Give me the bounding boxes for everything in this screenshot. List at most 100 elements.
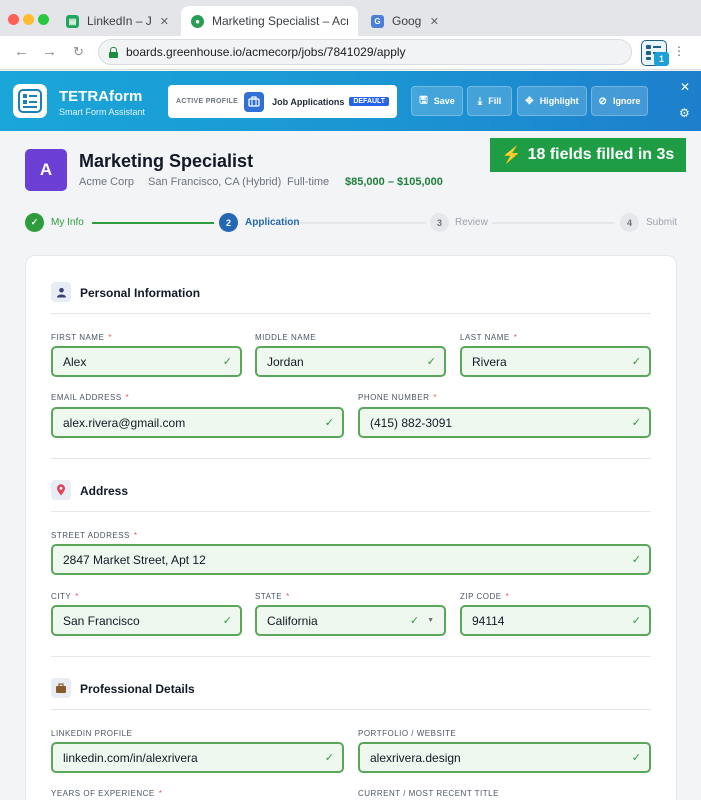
fill-button-label: Fill — [488, 96, 502, 106]
check-icon: ✓ — [426, 356, 436, 368]
job-type: Full-time — [287, 176, 330, 188]
extension-name: TETRAform — [59, 88, 143, 105]
step-label-application[interactable]: Application — [245, 217, 299, 228]
state-select[interactable]: California ✓ ▼ — [255, 605, 446, 636]
close-icon[interactable]: ✕ — [430, 15, 439, 28]
save-button[interactable]: 🖫 Save — [411, 86, 463, 116]
check-icon: ✓ — [324, 752, 334, 764]
ignore-button-label: Ignore — [612, 96, 641, 106]
job-title: Marketing Specialist — [79, 151, 254, 171]
browser-tab-linkedin[interactable]: ▤ LinkedIn – Jobs ✕ — [56, 6, 179, 36]
location-pin-icon — [51, 480, 71, 500]
last-name-field[interactable]: Rivera ✓ — [460, 346, 651, 377]
lightning-icon: ⚡ — [501, 147, 522, 164]
google-icon: G — [371, 14, 384, 28]
profile-name: Job Applications — [272, 96, 345, 107]
section-divider — [51, 458, 651, 459]
street-address-label: STREET ADDRESS * — [51, 531, 138, 540]
lock-icon — [109, 46, 118, 58]
window-minimize-dot[interactable] — [23, 14, 34, 25]
years-experience-label: YEARS OF EXPERIENCE * — [51, 789, 163, 798]
tetraform-logo-icon — [13, 84, 47, 118]
linkedin-label: LINKEDIN PROFILE — [51, 729, 133, 738]
browser-tab-google[interactable]: G Google ✕ — [361, 6, 449, 36]
person-icon — [51, 282, 71, 302]
section-title-address: Address — [80, 484, 129, 498]
phone-field[interactable]: (415) 882-3091 ✓ — [358, 407, 651, 438]
city-label: CITY * — [51, 592, 79, 601]
extension-badge: 1 — [654, 52, 669, 66]
middle-name-field[interactable]: Jordan ✓ — [255, 346, 446, 377]
highlight-icon: ✥ — [525, 95, 534, 107]
active-profile-label: ACTIVE PROFILE — [176, 98, 239, 105]
last-name-label: LAST NAME * — [460, 333, 518, 342]
browser-tab-marketing-specialist[interactable]: ● Marketing Specialist – Acme Corp — [181, 6, 358, 36]
check-icon: ✓ — [631, 554, 641, 566]
phone-label: PHONE NUMBER * — [358, 393, 437, 402]
middle-name-label: MIDDLE NAME — [255, 333, 317, 342]
portfolio-field[interactable]: alexrivera.design ✓ — [358, 742, 651, 773]
close-icon[interactable]: ✕ — [680, 80, 690, 94]
download-icon: ⤓ — [477, 95, 483, 107]
fill-button[interactable]: ⤓ Fill — [467, 86, 512, 116]
application-form-card — [25, 255, 677, 800]
step-label-review[interactable]: Review — [455, 217, 488, 228]
linkedin-field[interactable]: linkedin.com/in/alexrivera ✓ — [51, 742, 344, 773]
section-title-professional: Professional Details — [80, 682, 195, 696]
address-bar[interactable]: boards.greenhouse.io/acmecorp/jobs/78410… — [98, 39, 632, 65]
tab-label: Marketing Specialist – Acme Corp — [212, 14, 348, 28]
tab-label: LinkedIn – Jobs — [87, 14, 152, 28]
step-label-my-info[interactable]: My Info — [51, 217, 84, 228]
company-avatar: A — [25, 149, 67, 191]
state-label: STATE * — [255, 592, 290, 601]
forward-arrow-icon[interactable]: → — [42, 43, 57, 60]
job-location: San Francisco, CA (Hybrid) — [148, 176, 282, 188]
check-icon: ✓ — [409, 615, 420, 627]
window-close-dot[interactable] — [8, 14, 19, 25]
portfolio-label: PORTFOLIO / WEBSITE — [358, 729, 457, 738]
ignore-button[interactable]: ⊘ Ignore — [591, 86, 648, 116]
check-icon: ✓ — [631, 417, 641, 429]
job-salary: $85,000 – $105,000 — [345, 176, 443, 188]
step-number-3: 3 — [430, 213, 449, 232]
first-name-label: FIRST NAME * — [51, 333, 112, 342]
step-connector — [300, 222, 426, 224]
highlight-button[interactable]: ✥ Highlight — [517, 86, 587, 116]
greenhouse-icon: ● — [191, 14, 204, 28]
email-label: EMAIL ADDRESS * — [51, 393, 130, 402]
close-icon[interactable]: ✕ — [160, 15, 169, 28]
step-label-submit[interactable]: Submit — [646, 217, 677, 228]
fill-status-banner: ⚡ 18 fields filled in 3s — [490, 138, 686, 172]
check-icon: ✓ — [631, 356, 641, 368]
check-icon: ✓ — [324, 417, 334, 429]
step-number-2: 2 — [219, 213, 238, 232]
current-title-label: CURRENT / MOST RECENT TITLE — [358, 789, 499, 798]
tab-label: Google — [392, 14, 422, 28]
browser-tab-bar: ▤ LinkedIn – Jobs ✕ ● Marketing Speciali… — [0, 0, 701, 36]
fill-status-text: 18 fields filled in 3s — [527, 146, 675, 163]
email-field[interactable]: alex.rivera@gmail.com ✓ — [51, 407, 344, 438]
browser-menu-icon[interactable]: ⋮ — [673, 45, 685, 57]
tetraform-toolbar: TETRAform Smart Form Assistant ACTIVE PR… — [0, 71, 701, 131]
browser-toolbar: ← → ↻ boards.greenhouse.io/acmecorp/jobs… — [0, 36, 701, 70]
city-field[interactable]: San Francisco ✓ — [51, 605, 242, 636]
chevron-down-icon: ▼ — [427, 617, 434, 624]
zip-code-label: ZIP CODE * — [460, 592, 510, 601]
street-address-field[interactable]: 2847 Market Street, Apt 12 ✓ — [51, 544, 651, 575]
ignore-icon: ⊘ — [598, 95, 607, 107]
reload-icon[interactable]: ↻ — [73, 44, 84, 60]
first-name-field[interactable]: Alex ✓ — [51, 346, 242, 377]
highlight-button-label: Highlight — [539, 96, 579, 106]
step-done-check-icon: ✓ — [25, 213, 44, 232]
step-number-4: 4 — [620, 213, 639, 232]
section-divider — [51, 313, 651, 314]
back-arrow-icon[interactable]: ← — [14, 43, 29, 60]
save-button-label: Save — [433, 96, 455, 106]
gear-icon[interactable]: ⚙ — [679, 106, 690, 120]
zip-code-field[interactable]: 94114 ✓ — [460, 605, 651, 636]
section-divider — [51, 656, 651, 657]
active-profile-selector[interactable]: ACTIVE PROFILE Job Applications DEFAULT … — [168, 85, 397, 118]
window-maximize-dot[interactable] — [38, 14, 49, 25]
url-text: boards.greenhouse.io/acmecorp/jobs/78410… — [126, 45, 406, 59]
step-connector — [492, 222, 615, 224]
